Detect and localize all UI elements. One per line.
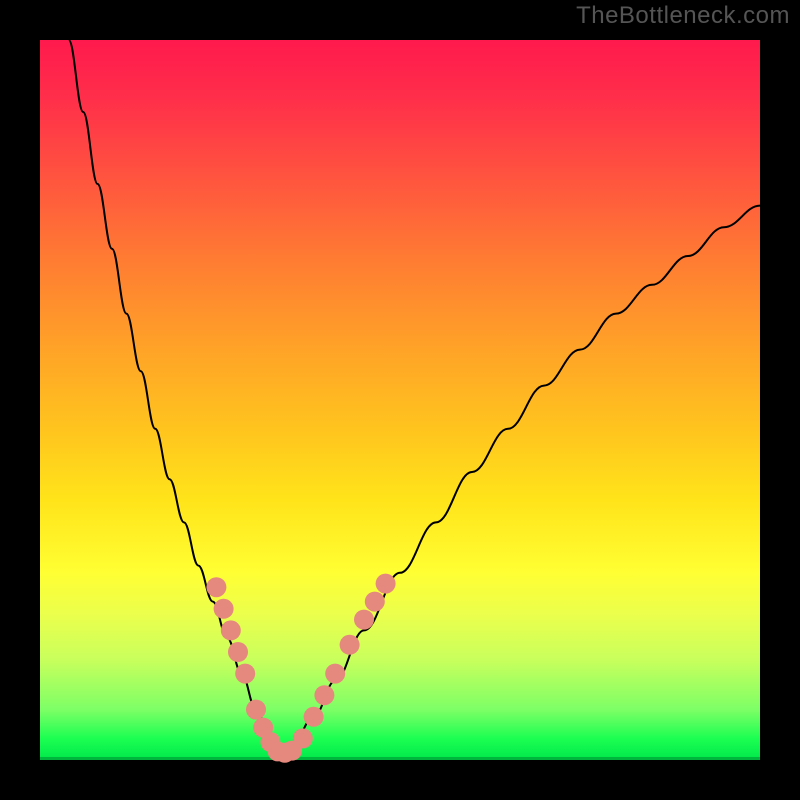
chart-svg bbox=[40, 40, 760, 760]
chart-frame: TheBottleneck.com bbox=[0, 0, 800, 800]
highlight-dot bbox=[340, 635, 360, 655]
highlight-dot bbox=[354, 610, 374, 630]
highlight-dots bbox=[206, 574, 395, 763]
watermark-text: TheBottleneck.com bbox=[576, 2, 790, 30]
highlight-dot bbox=[228, 642, 248, 662]
highlight-dot bbox=[376, 574, 396, 594]
highlight-dot bbox=[221, 620, 241, 640]
highlight-dot bbox=[314, 685, 334, 705]
highlight-dot bbox=[214, 599, 234, 619]
curve-right-branch bbox=[278, 206, 760, 757]
highlight-dot bbox=[365, 592, 385, 612]
highlight-dot bbox=[293, 728, 313, 748]
highlight-dot bbox=[235, 664, 255, 684]
highlight-dot bbox=[246, 700, 266, 720]
highlight-dot bbox=[325, 664, 345, 684]
highlight-dot bbox=[304, 707, 324, 727]
highlight-dot bbox=[206, 577, 226, 597]
